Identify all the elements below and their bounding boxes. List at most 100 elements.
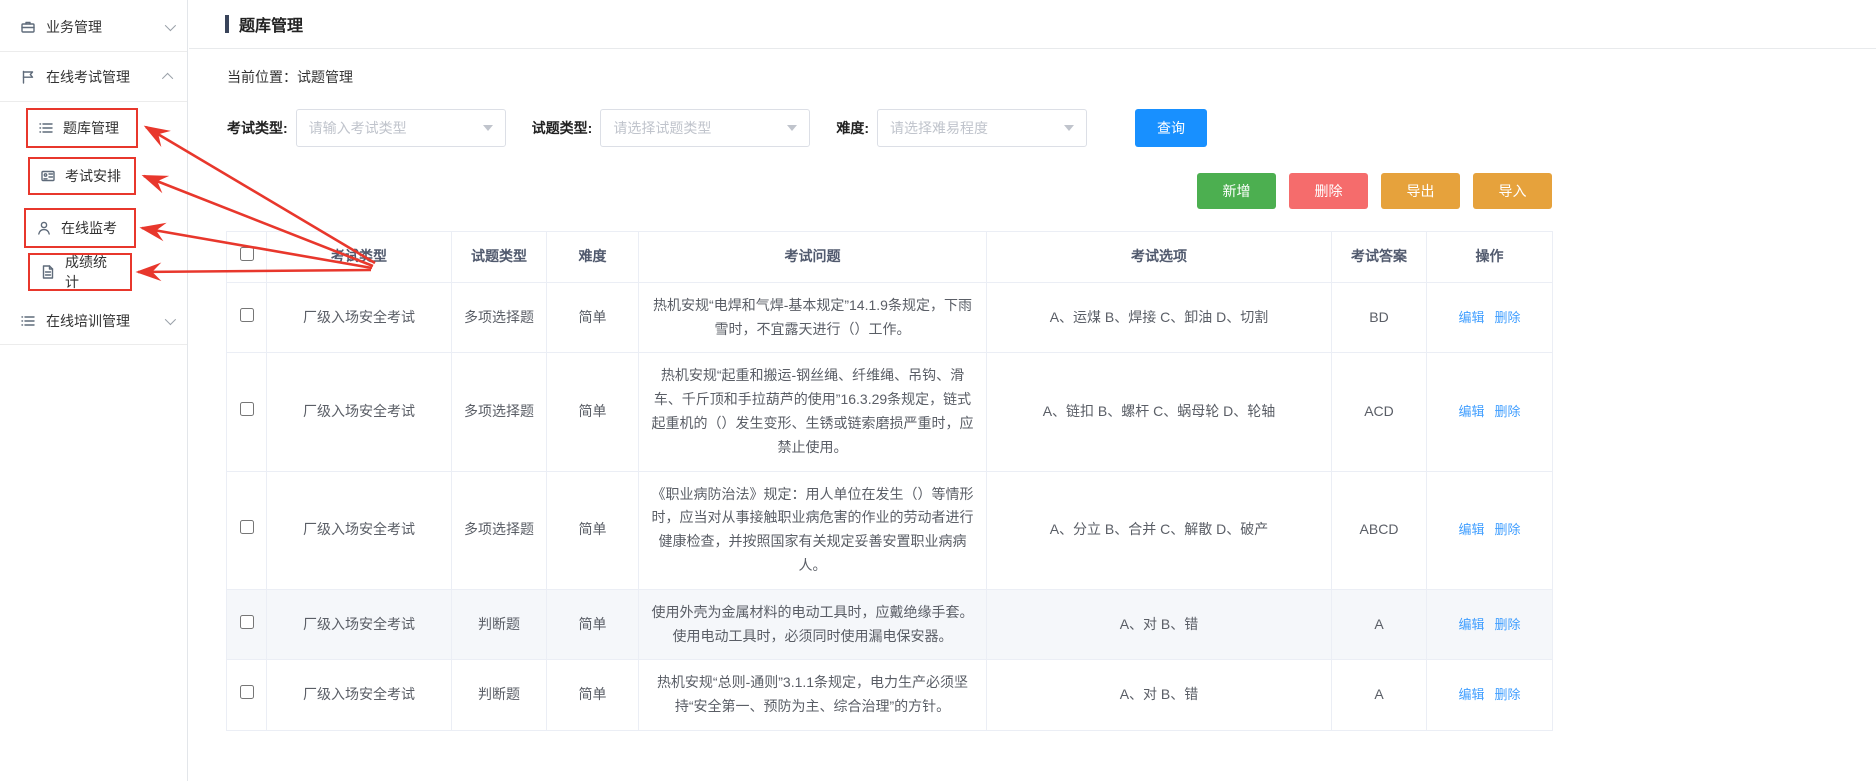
cell-question: 热机安规“总则-通则”3.1.1条规定，电力生产必须坚持“安全第一、预防为主、综… xyxy=(639,660,987,731)
chevron-down-icon xyxy=(1064,125,1074,131)
question-table: 考试类型 试题类型 难度 考试问题 考试选项 考试答案 操作 厂级入场安全考试 … xyxy=(226,231,1552,731)
export-button[interactable]: 导出 xyxy=(1381,173,1460,209)
select-all-cell xyxy=(227,232,267,283)
query-button[interactable]: 查询 xyxy=(1135,109,1207,147)
main-content: 题库管理 当前位置：试题管理 考试类型: 请输入考试类型 试题类型: 请选择试题… xyxy=(189,0,1876,781)
cell-question: 《职业病防治法》规定：用人单位在发生（）等情形时，应当对从事接触职业病危害的作业… xyxy=(639,471,987,589)
table-row: 厂级入场安全考试 多项选择题 简单 热机安规“电焊和气焊-基本规定”14.1.9… xyxy=(227,282,1553,353)
cell-options: A、对 B、错 xyxy=(987,589,1332,660)
cell-answer: ABCD xyxy=(1332,471,1427,589)
table-body: 厂级入场安全考试 多项选择题 简单 热机安规“电焊和气焊-基本规定”14.1.9… xyxy=(227,282,1553,730)
cell-answer: BD xyxy=(1332,282,1427,353)
table-row: 厂级入场安全考试 多项选择题 简单 热机安规“起重和搬运-钢丝绳、纤维绳、吊钩、… xyxy=(227,353,1553,471)
cell-difficulty: 简单 xyxy=(547,660,639,731)
cell-options: A、链扣 B、螺杆 C、蜗母轮 D、轮轴 xyxy=(987,353,1332,471)
sidebar-subitem-label: 考试安排 xyxy=(65,166,121,186)
edit-link[interactable]: 编辑 xyxy=(1458,310,1484,325)
cell-exam-type: 厂级入场安全考试 xyxy=(267,471,452,589)
briefcase-icon xyxy=(20,19,36,35)
exam-type-select[interactable]: 请输入考试类型 xyxy=(296,109,506,147)
question-type-label: 试题类型: xyxy=(532,118,593,138)
delete-link[interactable]: 删除 xyxy=(1495,522,1521,537)
col-exam-type: 考试类型 xyxy=(267,232,452,283)
row-select-cell xyxy=(227,660,267,731)
difficulty-placeholder: 请选择难易程度 xyxy=(890,118,988,138)
sidebar-subitem-exam-schedule[interactable]: 考试安排 xyxy=(28,157,136,195)
sidebar-subitem-label: 成绩统计 xyxy=(65,252,120,292)
edit-link[interactable]: 编辑 xyxy=(1458,404,1484,419)
table-row: 厂级入场安全考试 判断题 简单 热机安规“总则-通则”3.1.1条规定，电力生产… xyxy=(227,660,1553,731)
cell-operations: 编辑删除 xyxy=(1427,353,1553,471)
sidebar-item-label: 业务管理 xyxy=(46,17,165,37)
chevron-down-icon xyxy=(165,19,176,30)
cell-operations: 编辑删除 xyxy=(1427,282,1553,353)
row-select-cell xyxy=(227,471,267,589)
cell-question-type: 多项选择题 xyxy=(452,353,547,471)
flag-icon xyxy=(20,69,36,85)
delete-button[interactable]: 删除 xyxy=(1289,173,1368,209)
chevron-down-icon xyxy=(483,125,493,131)
row-checkbox[interactable] xyxy=(240,308,254,322)
cell-options: A、分立 B、合并 C、解散 D、破产 xyxy=(987,471,1332,589)
sidebar-item-online-training-management[interactable]: 在线培训管理 xyxy=(0,297,187,345)
difficulty-select[interactable]: 请选择难易程度 xyxy=(877,109,1087,147)
row-checkbox[interactable] xyxy=(240,615,254,629)
cell-question-type: 多项选择题 xyxy=(452,471,547,589)
import-button[interactable]: 导入 xyxy=(1473,173,1552,209)
cell-operations: 编辑删除 xyxy=(1427,471,1553,589)
exam-type-placeholder: 请输入考试类型 xyxy=(309,118,407,138)
col-operations: 操作 xyxy=(1427,232,1553,283)
list-icon xyxy=(38,120,54,136)
row-select-cell xyxy=(227,282,267,353)
sidebar-subitem-label: 在线监考 xyxy=(61,218,117,238)
sidebar-item-label: 在线考试管理 xyxy=(46,67,165,87)
cell-exam-type: 厂级入场安全考试 xyxy=(267,660,452,731)
add-button[interactable]: 新增 xyxy=(1197,173,1276,209)
delete-link[interactable]: 删除 xyxy=(1495,404,1521,419)
chevron-down-icon xyxy=(787,125,797,131)
person-icon xyxy=(36,220,52,236)
edit-link[interactable]: 编辑 xyxy=(1458,617,1484,632)
chevron-down-icon xyxy=(165,313,176,324)
delete-link[interactable]: 删除 xyxy=(1495,617,1521,632)
cell-difficulty: 简单 xyxy=(547,282,639,353)
cell-operations: 编辑删除 xyxy=(1427,660,1553,731)
row-select-cell xyxy=(227,589,267,660)
question-type-placeholder: 请选择试题类型 xyxy=(613,118,711,138)
question-type-select[interactable]: 请选择试题类型 xyxy=(600,109,810,147)
row-checkbox[interactable] xyxy=(240,402,254,416)
col-question: 考试问题 xyxy=(639,232,987,283)
cell-question: 热机安规“起重和搬运-钢丝绳、纤维绳、吊钩、滑车、千斤顶和手拉葫芦的使用”16.… xyxy=(639,353,987,471)
sidebar-item-label: 在线培训管理 xyxy=(46,311,165,331)
cell-difficulty: 简单 xyxy=(547,589,639,660)
sidebar-item-online-exam-management[interactable]: 在线考试管理 xyxy=(0,52,187,102)
table-row: 厂级入场安全考试 多项选择题 简单 《职业病防治法》规定：用人单位在发生（）等情… xyxy=(227,471,1553,589)
cell-options: A、对 B、错 xyxy=(987,660,1332,731)
row-checkbox[interactable] xyxy=(240,685,254,699)
delete-link[interactable]: 删除 xyxy=(1495,687,1521,702)
cell-difficulty: 简单 xyxy=(547,353,639,471)
sidebar-subitem-score-statistics[interactable]: 成绩统计 xyxy=(28,253,132,291)
edit-link[interactable]: 编辑 xyxy=(1458,687,1484,702)
sidebar-subitem-online-proctoring[interactable]: 在线监考 xyxy=(24,208,136,248)
cell-exam-type: 厂级入场安全考试 xyxy=(267,353,452,471)
action-bar: 新增 删除 导出 导入 xyxy=(189,173,1552,209)
cell-answer: ACD xyxy=(1332,353,1427,471)
delete-link[interactable]: 删除 xyxy=(1495,310,1521,325)
select-all-checkbox[interactable] xyxy=(240,247,254,261)
row-checkbox[interactable] xyxy=(240,520,254,534)
document-icon xyxy=(40,264,56,280)
difficulty-label: 难度: xyxy=(836,118,869,138)
cell-difficulty: 简单 xyxy=(547,471,639,589)
sidebar-subitem-question-bank[interactable]: 题库管理 xyxy=(26,108,138,148)
sidebar-subitem-label: 题库管理 xyxy=(63,118,119,138)
page-title: 题库管理 xyxy=(239,12,303,36)
table-row: 厂级入场安全考试 判断题 简单 使用外壳为金属材料的电动工具时，应戴绝缘手套。使… xyxy=(227,589,1553,660)
list-icon xyxy=(20,313,36,329)
cell-answer: A xyxy=(1332,589,1427,660)
cell-answer: A xyxy=(1332,660,1427,731)
title-accent-bar xyxy=(225,15,229,33)
col-answer: 考试答案 xyxy=(1332,232,1427,283)
edit-link[interactable]: 编辑 xyxy=(1458,522,1484,537)
sidebar-item-business-management[interactable]: 业务管理 xyxy=(0,2,187,52)
